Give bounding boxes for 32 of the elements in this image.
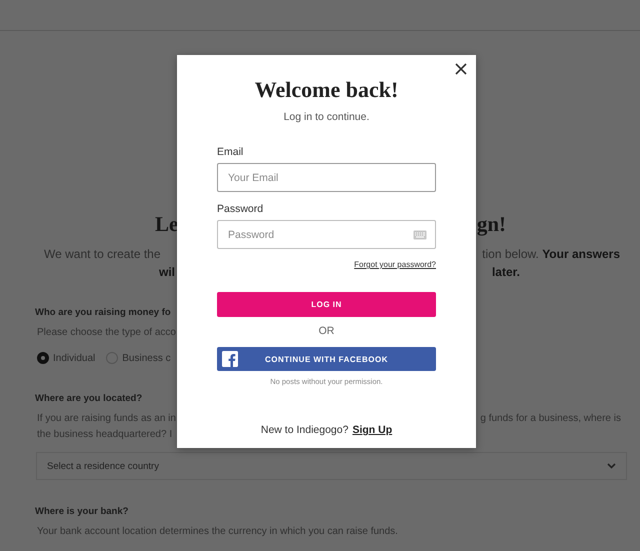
radio-button[interactable] <box>37 352 49 364</box>
page-heading: gn! <box>476 211 506 237</box>
password-field[interactable]: Password <box>217 220 436 249</box>
intro-text: tion below. Your answers <box>482 246 620 263</box>
close-icon[interactable] <box>455 63 467 75</box>
forgot-password-link[interactable]: Forgot your password? <box>354 259 436 271</box>
intro-text: later. <box>492 264 520 281</box>
chevron-down-icon <box>607 463 616 469</box>
modal-subtitle: Log in to continue. <box>284 110 370 125</box>
signup-prompt: New to Indiegogo? <box>260 423 348 438</box>
question-heading: Where is your bank? <box>34 505 130 519</box>
modal-title: Welcome back! <box>254 77 398 103</box>
intro-text: wil <box>159 264 176 281</box>
help-text: Please choose the type of acco <box>37 326 176 340</box>
help-text: Your bank account location determines the currency in which you can raise funds. <box>37 525 398 539</box>
help-text: If you are raising funds as an in <box>37 412 176 426</box>
facebook-button[interactable]: CONTINUE WITH FACEBOOK <box>217 347 436 371</box>
radio-label: Individual <box>53 352 96 364</box>
radio-label: Business c <box>122 352 171 364</box>
page-heading: Le <box>155 211 178 237</box>
intro-text: We want to create the <box>44 246 161 263</box>
signup-link[interactable]: Sign Up <box>352 422 392 438</box>
facebook-icon <box>222 351 238 367</box>
or-divider: OR <box>318 324 334 338</box>
field-label: Password <box>217 202 264 216</box>
help-text: g funds for a business, where is <box>480 412 621 426</box>
help-text: the business headquartered? I <box>37 428 172 442</box>
login-button[interactable]: LOG IN <box>217 292 436 317</box>
field-label: Email <box>217 145 244 159</box>
question-heading: Where are you located? <box>34 392 144 406</box>
email-field[interactable]: Your Email <box>217 163 436 192</box>
question-heading: Who are you raising money fo <box>34 306 172 320</box>
